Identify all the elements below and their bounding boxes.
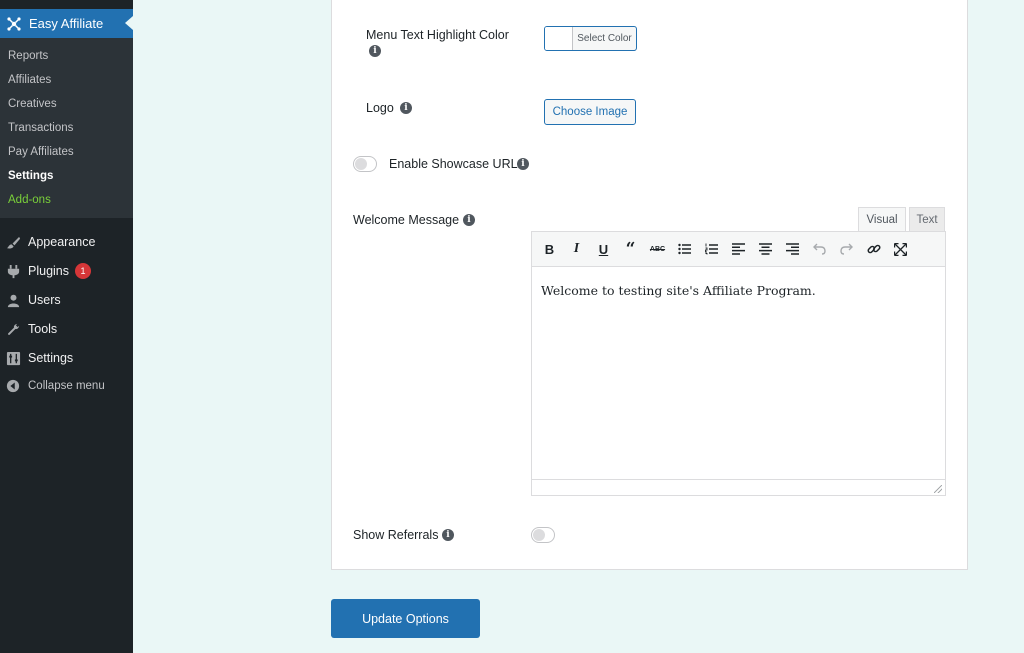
align-left-icon[interactable] <box>725 236 752 262</box>
submenu-add-ons[interactable]: Add-ons <box>8 192 51 208</box>
submenu-reports[interactable]: Reports <box>8 48 48 64</box>
select-color-label: Select Color <box>577 33 632 44</box>
settings-icon <box>5 350 21 366</box>
sidebar-item-label: Plugins <box>28 264 69 278</box>
show-referrals-toggle[interactable] <box>531 527 555 543</box>
plugins-update-badge: 1 <box>75 263 91 279</box>
showcase-url-toggle[interactable] <box>353 156 377 172</box>
show-referrals-label: Show Referrals <box>353 528 439 542</box>
info-icon[interactable]: i <box>517 158 529 170</box>
submenu-pay-affiliates[interactable]: Pay Affiliates <box>8 144 74 160</box>
menu-text-highlight-label: Menu Text Highlight Color <box>366 28 509 42</box>
select-color-button[interactable]: Select Color <box>544 26 637 51</box>
redo-icon[interactable] <box>833 236 860 262</box>
editor-content[interactable]: Welcome to testing site's Affiliate Prog… <box>541 283 816 298</box>
submenu-transactions[interactable]: Transactions <box>8 120 73 136</box>
sidebar-item-label: Settings <box>28 351 74 365</box>
sidebar-item-easy-affiliate[interactable]: Easy Affiliate <box>0 9 133 38</box>
info-icon[interactable]: i <box>369 45 381 57</box>
numbered-list-icon[interactable] <box>698 236 725 262</box>
link-icon[interactable] <box>860 236 887 262</box>
tab-text[interactable]: Text <box>909 207 945 231</box>
undo-icon[interactable] <box>806 236 833 262</box>
admin-sidebar: Easy Affiliate Reports Affiliates Creati… <box>0 0 133 653</box>
welcome-message-editor[interactable]: B I U “ ABC Welcome to testing site's Af… <box>531 231 946 496</box>
submenu-settings[interactable]: Settings <box>8 168 53 184</box>
info-icon[interactable]: i <box>400 102 412 114</box>
resize-handle-icon[interactable] <box>934 485 942 493</box>
editor-toolbar: B I U “ ABC <box>532 232 945 267</box>
info-icon[interactable]: i <box>463 214 475 226</box>
editor-statusbar <box>532 479 945 495</box>
bulleted-list-icon[interactable] <box>671 236 698 262</box>
plug-icon <box>5 263 21 279</box>
showcase-url-label: Enable Showcase URL <box>389 157 518 171</box>
align-center-icon[interactable] <box>752 236 779 262</box>
info-icon[interactable]: i <box>442 529 454 541</box>
submenu-affiliates[interactable]: Affiliates <box>8 72 51 88</box>
color-swatch <box>545 27 573 50</box>
easy-affiliate-icon <box>6 16 22 32</box>
collapse-arrow-icon <box>5 378 21 394</box>
sidebar-item-settings[interactable]: Settings <box>0 345 133 371</box>
sidebar-item-label: Tools <box>28 322 58 336</box>
blockquote-icon[interactable]: “ <box>617 236 644 262</box>
sidebar-item-tools[interactable]: Tools <box>0 316 133 342</box>
update-options-button[interactable]: Update Options <box>331 599 480 638</box>
welcome-message-label: Welcome Message <box>353 213 460 227</box>
sidebar-item-label: Users <box>28 293 61 307</box>
italic-icon[interactable]: I <box>563 236 590 262</box>
underline-icon[interactable]: U <box>590 236 617 262</box>
fullscreen-icon[interactable] <box>887 236 914 262</box>
bold-icon[interactable]: B <box>536 236 563 262</box>
collapse-menu-button[interactable]: Collapse menu <box>0 373 133 399</box>
wrench-icon <box>5 321 21 337</box>
user-icon <box>5 292 21 308</box>
sidebar-item-label: Easy Affiliate <box>29 16 104 31</box>
tab-visual[interactable]: Visual <box>858 207 906 231</box>
sidebar-item-label: Appearance <box>28 235 96 249</box>
logo-label: Logo <box>366 101 394 115</box>
sidebar-item-appearance[interactable]: Appearance <box>0 229 133 255</box>
sidebar-item-plugins[interactable]: Plugins 1 <box>0 258 133 284</box>
easy-affiliate-submenu: Reports Affiliates Creatives Transaction… <box>0 38 133 218</box>
sidebar-item-users[interactable]: Users <box>0 287 133 313</box>
collapse-menu-label: Collapse menu <box>28 380 105 392</box>
choose-image-button[interactable]: Choose Image <box>544 99 636 125</box>
align-right-icon[interactable] <box>779 236 806 262</box>
strikethrough-icon[interactable]: ABC <box>644 236 671 262</box>
submenu-creatives[interactable]: Creatives <box>8 96 57 112</box>
paintbrush-icon <box>5 234 21 250</box>
